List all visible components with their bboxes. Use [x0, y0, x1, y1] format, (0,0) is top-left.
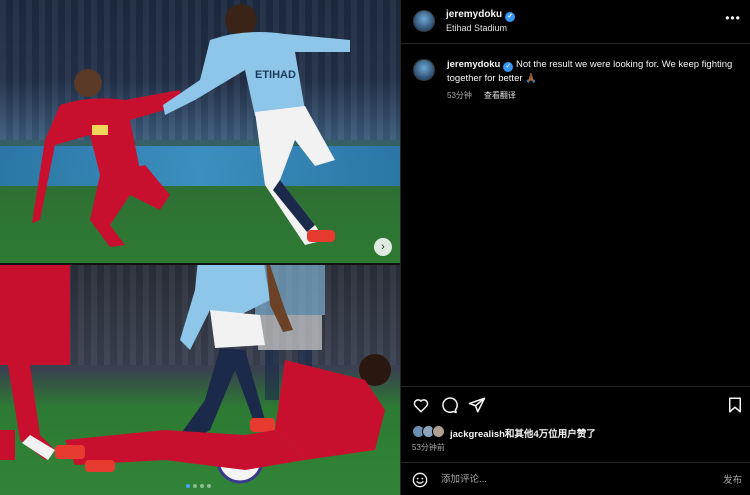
comment-icon[interactable] [440, 396, 458, 414]
carousel-dot-4 [207, 484, 211, 488]
post-header: jeremydoku ✓ Etihad Stadium ••• [401, 0, 750, 44]
carousel-dot-3 [200, 484, 204, 488]
caption-verified-badge-icon: ✓ [503, 62, 514, 72]
post-location[interactable]: Etihad Stadium [446, 23, 507, 33]
post-comment-button[interactable]: 发布 [723, 472, 742, 486]
next-image-button[interactable]: › [374, 238, 392, 256]
verified-badge-icon: ✓ [505, 12, 516, 22]
liker-avatar-3 [432, 425, 445, 438]
carousel-indicator [186, 484, 211, 488]
liverpool-player-sliding-figure [45, 350, 400, 495]
bookmark-icon[interactable] [726, 396, 744, 414]
more-options-icon[interactable]: ••• [724, 10, 742, 28]
see-translation-link[interactable]: 查看翻译 [484, 91, 516, 100]
emoji-icon[interactable] [412, 472, 428, 488]
carousel-dot-2 [193, 484, 197, 488]
caption-author-avatar[interactable] [413, 59, 435, 81]
heart-icon[interactable] [412, 396, 430, 414]
caption-username[interactable]: jeremydoku [447, 59, 500, 70]
comment-input[interactable] [441, 471, 691, 487]
post-photo-2 [0, 265, 400, 495]
comment-bar: 发布 [401, 462, 750, 495]
caption-text-block: jeremydoku ✓ Not the result we were looki… [447, 58, 737, 86]
carousel-dot-1 [186, 484, 190, 488]
author-username[interactable]: jeremydoku ✓ [446, 9, 516, 22]
city-player-figure: ETIHAD [155, 0, 375, 260]
share-icon[interactable] [468, 396, 486, 414]
post-photo-1: ETIHAD › [0, 0, 400, 263]
liker-avatars [412, 425, 448, 439]
caption-timestamp: 53分钟 [447, 91, 472, 100]
post-timestamp: 53分钟前 [412, 443, 445, 452]
post-media[interactable]: ETIHAD › [0, 0, 400, 495]
post-details-panel: jeremydoku ✓ Etihad Stadium ••• jeremydok… [401, 0, 750, 495]
caption-meta: 53分钟 查看翻译 [447, 90, 516, 101]
likes-count-text[interactable]: jackgrealish和其他4万位用户赞了 [450, 426, 596, 440]
author-avatar[interactable] [413, 10, 435, 32]
likes-summary[interactable]: jackgrealish和其他4万位用户赞了 [412, 425, 742, 440]
action-bar [401, 386, 750, 422]
sponsor-text: ETIHAD [255, 69, 296, 81]
author-username-text[interactable]: jeremydoku [446, 9, 502, 20]
